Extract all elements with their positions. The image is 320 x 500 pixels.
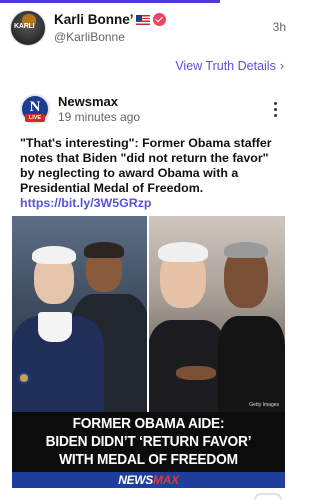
- post-timestamp: 3h: [272, 20, 286, 34]
- post-body-text: "That's interesting": Former Obama staff…: [20, 136, 272, 195]
- author-handle[interactable]: @KarliBonne: [54, 30, 125, 44]
- shared-post-card[interactable]: N LIVE Newsmax 19 minutes ago "That's in…: [12, 82, 288, 500]
- post-image[interactable]: Getty Images FORMER OBAMA AIDE: BIDEN DI…: [12, 216, 285, 488]
- author-display-name[interactable]: Karli Bonne’: [54, 12, 166, 27]
- view-truth-details-link[interactable]: View Truth Details ›: [175, 59, 284, 73]
- source-timestamp: 19 minutes ago: [58, 110, 141, 124]
- post-link[interactable]: https://bit.ly/3W5GRzp: [20, 196, 151, 210]
- caption-line-1: FORMER OBAMA AIDE:: [72, 416, 225, 432]
- newsmax-brand-bar: NEWSMAX: [12, 472, 285, 488]
- more-options-icon[interactable]: [274, 102, 278, 118]
- photo-biden-obama: [148, 216, 285, 416]
- top-accent-bar: [0, 0, 296, 3]
- us-flag-icon: [135, 15, 150, 25]
- brand-wordmark: NEWSMAX: [118, 473, 179, 487]
- chevron-right-icon: ›: [279, 59, 284, 73]
- image-caption-box: FORMER OBAMA AIDE: BIDEN DIDN’T ‘RETURN …: [12, 412, 285, 472]
- verified-badge-icon: [152, 13, 166, 26]
- newsmax-logo[interactable]: N LIVE: [20, 94, 50, 124]
- floating-action-button[interactable]: [254, 493, 282, 500]
- photo-credit: Getty Images: [249, 402, 279, 408]
- photo-medal-ceremony: [12, 216, 150, 416]
- author-name-text: Karli Bonne’: [54, 12, 134, 27]
- source-name[interactable]: Newsmax: [58, 94, 118, 109]
- live-badge: LIVE: [25, 114, 45, 122]
- view-truth-details-label: View Truth Details: [175, 59, 276, 73]
- caption-line-3: WITH MEDAL OF FREEDOM: [59, 452, 238, 468]
- avatar[interactable]: KARLI: [10, 10, 46, 46]
- post-body: "That's interesting": Former Obama staff…: [20, 136, 282, 211]
- caption-line-2: BIDEN DIDN’T ‘RETURN FAVOR’: [45, 434, 252, 450]
- post-header: KARLI Karli Bonne’ @KarliBonne 3h: [10, 8, 286, 48]
